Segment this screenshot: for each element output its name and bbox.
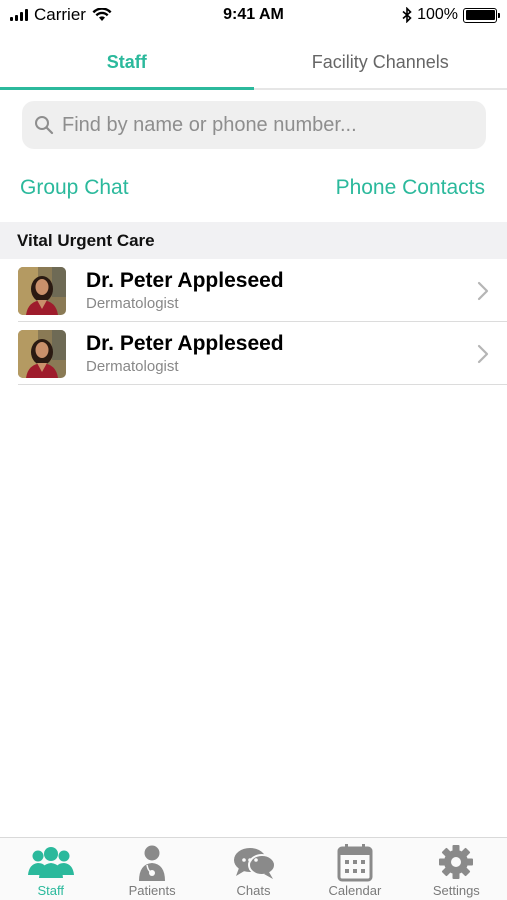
tabbar-label: Calendar <box>328 883 382 898</box>
section-header: Vital Urgent Care <box>0 222 507 259</box>
row-text: Dr. Peter Appleseed Dermatologist <box>86 332 284 375</box>
tabbar-label: Patients <box>128 883 176 898</box>
staff-name: Dr. Peter Appleseed <box>86 268 284 292</box>
status-right: 100% <box>402 6 500 24</box>
staff-role: Dermatologist <box>86 295 179 313</box>
battery-icon <box>463 7 500 23</box>
tab-facility-channels[interactable]: Facility Channels <box>254 36 507 88</box>
carrier-label: Carrier <box>34 5 86 24</box>
group-chat-link[interactable]: Group Chat <box>20 176 129 200</box>
signal-icon <box>10 9 28 21</box>
avatar <box>18 266 66 315</box>
top-tabs: Staff Facility Channels <box>0 36 507 90</box>
tabbar-label: Settings <box>432 883 480 898</box>
tabbar-calendar[interactable]: Calendar <box>304 838 405 900</box>
tabbar-staff[interactable]: Staff <box>0 838 101 900</box>
settings-icon <box>439 845 474 879</box>
list-item[interactable]: Dr. Peter Appleseed Dermatologist <box>0 322 507 385</box>
row-text: Dr. Peter Appleseed Dermatologist <box>86 269 284 312</box>
links-row: Group Chat Phone Contacts <box>20 176 485 200</box>
status-bar: Carrier 9:41 AM 100% <box>0 0 507 30</box>
wifi-icon <box>92 8 112 21</box>
tabbar-patients[interactable]: Patients <box>101 838 202 900</box>
phone-contacts-link[interactable]: Phone Contacts <box>336 176 485 200</box>
search-icon <box>35 116 54 135</box>
list-item[interactable]: Dr. Peter Appleseed Dermatologist <box>0 259 507 322</box>
chats-icon <box>233 848 276 879</box>
staff-name: Dr. Peter Appleseed <box>86 331 284 355</box>
patients-icon <box>139 845 166 881</box>
calendar-icon <box>337 844 373 882</box>
search-input[interactable] <box>62 113 474 137</box>
tabbar-settings[interactable]: Settings <box>406 838 507 900</box>
search-bar[interactable] <box>22 101 486 149</box>
status-left: Carrier <box>10 5 112 25</box>
staff-icon <box>27 847 74 878</box>
staff-list: Dr. Peter Appleseed Dermatologist Dr. Pe… <box>0 259 507 385</box>
chevron-right-icon <box>477 281 489 300</box>
avatar <box>18 329 66 378</box>
tabbar-chats[interactable]: Chats <box>203 838 304 900</box>
tabbar-label: Chats <box>236 883 271 898</box>
staff-role: Dermatologist <box>86 358 179 376</box>
tab-staff[interactable]: Staff <box>0 36 254 90</box>
bottom-tab-bar: Staff Patients Chats Calendar Settings <box>0 837 507 900</box>
bluetooth-icon <box>402 7 412 23</box>
tabbar-label: Staff <box>37 883 64 898</box>
chevron-right-icon <box>477 344 489 363</box>
battery-percent: 100% <box>417 6 458 23</box>
